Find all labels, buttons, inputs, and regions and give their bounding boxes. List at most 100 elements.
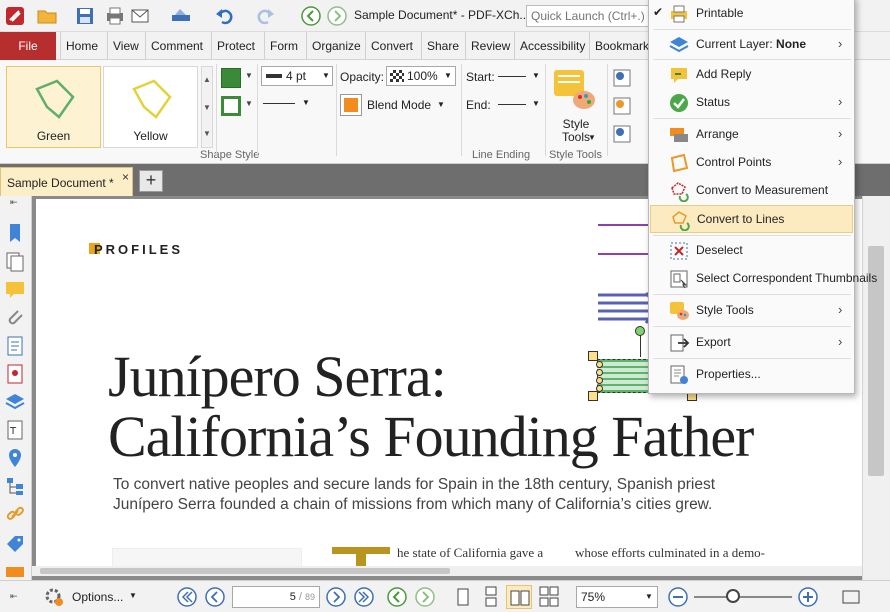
chevron-down-icon[interactable]: ▼ bbox=[532, 99, 540, 108]
menu-item-convert-to-lines[interactable]: Convert to Lines bbox=[650, 205, 853, 233]
line-style-dropdown-icon[interactable]: ▼ bbox=[302, 98, 310, 107]
ribbon-info-icon[interactable] bbox=[612, 96, 632, 116]
previous-view-icon[interactable] bbox=[386, 586, 408, 608]
new-tab-button[interactable]: + bbox=[139, 170, 163, 192]
zoom-select[interactable]: 75% ▼ bbox=[576, 586, 658, 608]
start-line-ending-select[interactable] bbox=[498, 76, 526, 77]
facing-pages-button[interactable] bbox=[506, 585, 532, 609]
blend-mode-dropdown-icon[interactable]: ▼ bbox=[437, 100, 445, 109]
save-icon[interactable] bbox=[74, 5, 96, 27]
fill-color-dropdown-icon[interactable]: ▼ bbox=[245, 71, 253, 80]
layers-panel-icon[interactable] bbox=[4, 391, 26, 413]
tab-protect[interactable]: Protect bbox=[211, 32, 260, 60]
tab-accessibility[interactable]: Accessibility bbox=[514, 32, 590, 60]
shape-style-green[interactable]: Green bbox=[6, 66, 101, 148]
tab-organize[interactable]: Organize bbox=[306, 32, 366, 60]
document-icon[interactable] bbox=[4, 335, 26, 357]
ribbon-info-icon[interactable] bbox=[612, 68, 632, 88]
tags-icon[interactable] bbox=[4, 533, 26, 555]
end-line-ending-select[interactable] bbox=[498, 104, 526, 105]
tab-form[interactable]: Form bbox=[264, 32, 303, 60]
menu-item-add-reply[interactable]: Add Reply bbox=[650, 61, 853, 89]
links-icon[interactable] bbox=[4, 503, 26, 525]
options-dropdown-icon[interactable]: ▼ bbox=[129, 591, 137, 600]
fullscreen-icon[interactable] bbox=[840, 586, 862, 608]
shape-style-gallery-scroll[interactable]: ▲ ▼ ▼ bbox=[201, 66, 213, 148]
menu-item-control-points[interactable]: Control Points › bbox=[650, 149, 853, 177]
options-button[interactable]: Options... bbox=[72, 590, 123, 604]
comments-icon[interactable] bbox=[4, 279, 26, 301]
blend-mode-button[interactable]: Blend Mode bbox=[367, 98, 431, 112]
opacity-select[interactable]: 100% ▼ bbox=[386, 66, 456, 86]
shape-style-yellow[interactable]: Yellow bbox=[103, 66, 198, 148]
chevron-down-icon[interactable]: ▼ bbox=[532, 71, 540, 80]
tab-home[interactable]: Home bbox=[60, 32, 103, 60]
previous-page-icon[interactable] bbox=[204, 586, 226, 608]
content-icon[interactable]: T bbox=[4, 419, 26, 441]
zoom-slider-thumb[interactable] bbox=[726, 589, 740, 603]
open-folder-icon[interactable] bbox=[36, 5, 58, 27]
vertical-scrollbar[interactable] bbox=[862, 196, 890, 580]
pages-icon[interactable] bbox=[4, 251, 26, 273]
first-page-icon[interactable] bbox=[176, 586, 198, 608]
attachments-icon[interactable] bbox=[4, 307, 26, 329]
menu-item-arrange[interactable]: Arrange › bbox=[650, 121, 853, 149]
print-icon[interactable] bbox=[104, 5, 126, 27]
fill-color-swatch[interactable] bbox=[221, 68, 241, 88]
rotate-handle[interactable] bbox=[635, 326, 645, 336]
signatures-icon[interactable] bbox=[4, 363, 26, 385]
structure-icon[interactable] bbox=[4, 475, 26, 497]
redo-icon[interactable] bbox=[254, 5, 276, 27]
close-tab-icon[interactable]: × bbox=[122, 170, 129, 184]
undo-icon[interactable] bbox=[214, 5, 236, 27]
quick-launch-input[interactable] bbox=[526, 5, 650, 27]
menu-item-status[interactable]: Status › bbox=[650, 89, 853, 117]
menu-item-select-correspondent-thumbnails[interactable]: Select Correspondent Thumbnails bbox=[650, 265, 877, 293]
email-icon[interactable] bbox=[130, 5, 152, 27]
stroke-color-dropdown-icon[interactable]: ▼ bbox=[245, 99, 253, 108]
menu-item-style-tools[interactable]: Style Tools › bbox=[650, 297, 853, 325]
page-number-input[interactable]: 5 / 89 bbox=[232, 586, 320, 608]
tab-convert[interactable]: Convert bbox=[365, 32, 418, 60]
next-page-icon[interactable] bbox=[325, 586, 347, 608]
scrollbar-thumb[interactable] bbox=[40, 568, 450, 574]
thumbnails-icon bbox=[670, 270, 688, 289]
tab-view[interactable]: View bbox=[107, 32, 144, 60]
menu-item-properties[interactable]: Properties... bbox=[650, 361, 853, 389]
stroke-color-swatch[interactable] bbox=[221, 96, 241, 116]
tab-file[interactable]: File bbox=[0, 32, 56, 60]
tab-review[interactable]: Review bbox=[465, 32, 515, 60]
menu-item-current-layer[interactable]: Current Layer: None › bbox=[650, 31, 853, 59]
line-width-select[interactable]: 4 pt ▼ bbox=[261, 66, 333, 86]
menu-item-deselect[interactable]: Deselect bbox=[650, 237, 853, 265]
menu-item-label: Control Points bbox=[696, 155, 772, 169]
next-view-icon[interactable] bbox=[414, 586, 436, 608]
ribbon-info-icon[interactable] bbox=[612, 124, 632, 144]
tab-comment[interactable]: Comment bbox=[145, 32, 208, 60]
zoom-in-icon[interactable] bbox=[797, 586, 819, 608]
scanner-icon[interactable] bbox=[170, 5, 192, 27]
line-style-icon[interactable] bbox=[263, 103, 295, 104]
back-icon[interactable] bbox=[300, 5, 322, 27]
options-gear-icon[interactable] bbox=[44, 586, 66, 608]
zoom-slider[interactable] bbox=[694, 596, 792, 598]
single-page-icon[interactable] bbox=[452, 586, 474, 608]
tab-bookmark[interactable]: Bookmark bbox=[589, 32, 654, 60]
tab-share[interactable]: Share bbox=[421, 32, 464, 60]
collapse-sidebar-icon[interactable]: ⇤ bbox=[10, 197, 18, 208]
forward-icon[interactable] bbox=[326, 5, 348, 27]
style-tools-button[interactable]: Style Tools bbox=[562, 118, 590, 144]
destinations-icon[interactable] bbox=[4, 447, 26, 469]
last-page-icon[interactable] bbox=[353, 586, 375, 608]
continuous-facing-icon[interactable] bbox=[538, 586, 560, 608]
menu-item-convert-to-measurement[interactable]: Convert to Measurement bbox=[650, 177, 853, 205]
bookmarks-icon[interactable] bbox=[4, 222, 26, 244]
continuous-page-icon[interactable] bbox=[480, 586, 502, 608]
menu-item-printable[interactable]: ✔ Printable bbox=[650, 0, 853, 28]
zoom-out-icon[interactable] bbox=[667, 586, 689, 608]
document-tab[interactable]: Sample Document * × bbox=[0, 167, 133, 196]
menu-item-export[interactable]: Export › bbox=[650, 329, 853, 357]
style-tools-palette-icon[interactable] bbox=[552, 68, 598, 114]
collapse-sidebar-icon[interactable]: ⇤ bbox=[10, 591, 18, 602]
horizontal-scrollbar[interactable] bbox=[32, 566, 862, 576]
